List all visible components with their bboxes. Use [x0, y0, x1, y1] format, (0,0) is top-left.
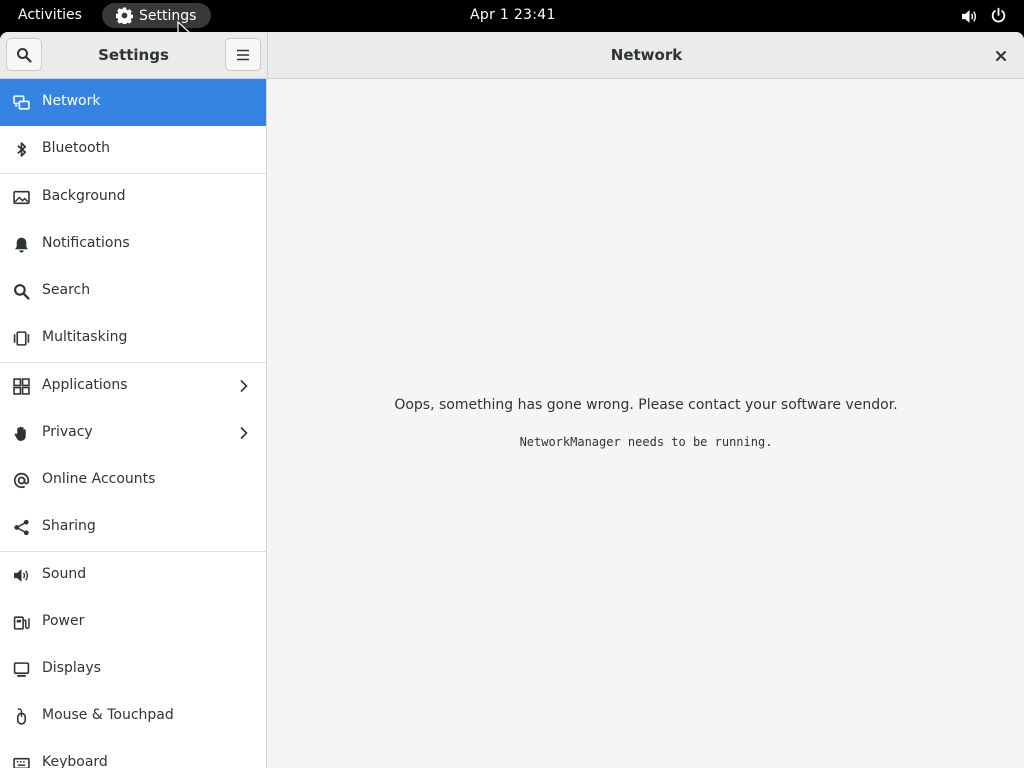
sidebar-item-online-accounts[interactable]: Online Accounts: [0, 457, 266, 504]
sidebar-item-label: Power: [42, 613, 85, 629]
sidebar-item-search[interactable]: Search: [0, 268, 266, 315]
sidebar-item-multitasking[interactable]: Multitasking: [0, 315, 266, 362]
volume-icon[interactable]: [961, 8, 978, 25]
multitasking-icon: [13, 331, 30, 346]
content-header: Network: [267, 32, 1024, 79]
power-plug-icon: [13, 616, 30, 630]
applications-icon: [13, 378, 30, 395]
sidebar-item-label: Sharing: [42, 518, 96, 534]
bluetooth-icon: [17, 142, 27, 157]
sidebar-item-sound[interactable]: Sound: [0, 552, 266, 599]
sidebar-item-label: Sound: [42, 566, 87, 582]
sidebar-item-label: Multitasking: [42, 329, 128, 345]
app-menu-button[interactable]: Settings: [102, 3, 211, 28]
network-panel: Oops, something has gone wrong. Please c…: [268, 79, 1024, 768]
bell-icon: [15, 237, 28, 253]
page-title: Network: [610, 46, 683, 64]
sidebar-header: Settings: [0, 32, 267, 79]
mouse-icon: [16, 708, 27, 725]
keyboard-icon: [13, 757, 30, 768]
top-bar: Activities Settings Apr 1 23:41: [0, 0, 1024, 42]
sidebar-item-label: Search: [42, 282, 91, 298]
hamburger-icon: [237, 49, 249, 60]
speaker-icon: [14, 569, 29, 582]
sidebar-item-label: Applications: [42, 377, 128, 393]
error-message: Oops, something has gone wrong. Please c…: [394, 397, 898, 413]
background-icon: [13, 190, 30, 205]
close-button[interactable]: [991, 46, 1011, 66]
sidebar-item-power[interactable]: Power: [0, 599, 266, 646]
sidebar-item-label: Displays: [42, 660, 101, 676]
sidebar-item-label: Online Accounts: [42, 471, 156, 487]
search-icon: [14, 284, 30, 300]
sidebar-item-label: Notifications: [42, 235, 130, 251]
activities-button[interactable]: Activities: [18, 7, 82, 23]
main-menu-button[interactable]: [225, 38, 261, 71]
close-icon: [996, 51, 1006, 61]
sidebar-item-sharing[interactable]: Sharing: [0, 504, 266, 551]
sidebar-item-privacy[interactable]: Privacy: [0, 410, 266, 457]
sidebar-item-applications[interactable]: Applications: [0, 363, 266, 410]
chevron-right-icon: [240, 379, 248, 393]
sidebar-item-notifications[interactable]: Notifications: [0, 221, 266, 268]
settings-window: Settings Network Network Bluetooth Backg…: [0, 32, 1024, 768]
sidebar-item-mouse-touchpad[interactable]: Mouse & Touchpad: [0, 693, 266, 740]
at-icon: [13, 472, 30, 489]
chevron-right-icon: [240, 426, 248, 440]
sidebar: Network Bluetooth Background Notificatio…: [0, 79, 267, 768]
sidebar-item-label: Privacy: [42, 424, 93, 440]
sidebar-item-background[interactable]: Background: [0, 174, 266, 221]
sidebar-item-label: Bluetooth: [42, 140, 110, 156]
hand-icon: [14, 426, 26, 441]
power-icon[interactable]: [990, 7, 1007, 24]
error-detail: NetworkManager needs to be running.: [519, 435, 773, 449]
sidebar-item-label: Mouse & Touchpad: [42, 707, 174, 723]
sidebar-item-displays[interactable]: Displays: [0, 646, 266, 693]
sidebar-item-keyboard[interactable]: Keyboard: [0, 740, 266, 768]
sidebar-item-bluetooth[interactable]: Bluetooth: [0, 126, 266, 173]
gear-icon: [116, 7, 133, 24]
sidebar-item-network[interactable]: Network: [0, 79, 266, 126]
share-icon: [14, 519, 29, 536]
sidebar-item-label: Network: [42, 93, 101, 109]
display-icon: [13, 662, 30, 677]
network-icon: [13, 95, 30, 110]
sidebar-item-label: Background: [42, 188, 126, 204]
sidebar-item-label: Keyboard: [42, 754, 108, 768]
clock[interactable]: Apr 1 23:41: [470, 7, 556, 23]
